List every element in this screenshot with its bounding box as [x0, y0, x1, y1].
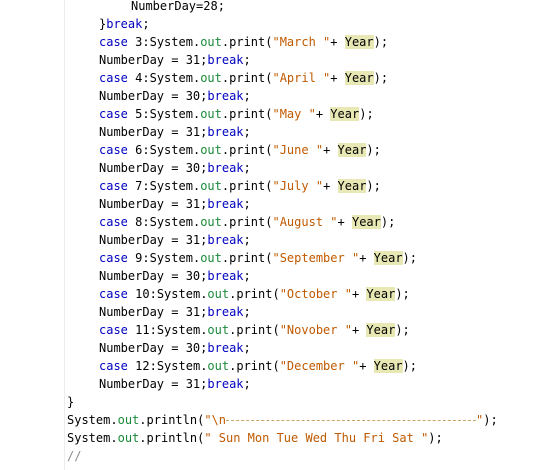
code-line: NumberDay = 31;break;: [99, 125, 251, 139]
indent-guide: [64, 0, 65, 470]
code-line: case 7:System.out.print("July "+ Year);: [99, 179, 381, 193]
code-editor[interactable]: NumberDay=28; }break; case 3:System.out.…: [0, 0, 534, 470]
code-line: case 8:System.out.print("August "+ Year)…: [99, 215, 396, 229]
code-line: NumberDay = 31;break;: [99, 197, 251, 211]
code-line: //: [67, 449, 82, 463]
code-line: case 12:System.out.print("December "+ Ye…: [99, 359, 418, 373]
code-line: NumberDay = 30;break;: [99, 269, 251, 283]
code-line: case 9:System.out.print("September "+ Ye…: [99, 251, 418, 265]
code-line: NumberDay = 31;break;: [99, 53, 251, 67]
code-line: NumberDay = 30;break;: [99, 161, 251, 175]
code-line: NumberDay=28;: [131, 0, 225, 13]
dashed-separator: [226, 420, 477, 421]
code-line: case 5:System.out.print("May "+ Year);: [99, 107, 374, 121]
code-line: NumberDay = 31;break;: [99, 233, 251, 247]
code-line: NumberDay = 31;break;: [99, 305, 251, 319]
code-line: System.out.println("\n ");: [67, 413, 498, 427]
code-line: NumberDay = 30;break;: [99, 89, 251, 103]
code-line: case 11:System.out.print("Novober "+ Yea…: [99, 323, 410, 337]
code-line: NumberDay = 31;break;: [99, 377, 251, 391]
code-line: NumberDay = 30;break;: [99, 341, 251, 355]
code-line: }: [67, 395, 75, 409]
code-line: case 6:System.out.print("June "+ Year);: [99, 143, 381, 157]
code-line: }break;: [99, 17, 150, 31]
code-line: System.out.println(" Sun Mon Tue Wed Thu…: [67, 431, 443, 445]
code-line: case 3:System.out.print("March "+ Year);: [99, 35, 389, 49]
code-line: case 4:System.out.print("April "+ Year);: [99, 71, 389, 85]
code-line: case 10:System.out.print("October "+ Yea…: [99, 287, 410, 301]
